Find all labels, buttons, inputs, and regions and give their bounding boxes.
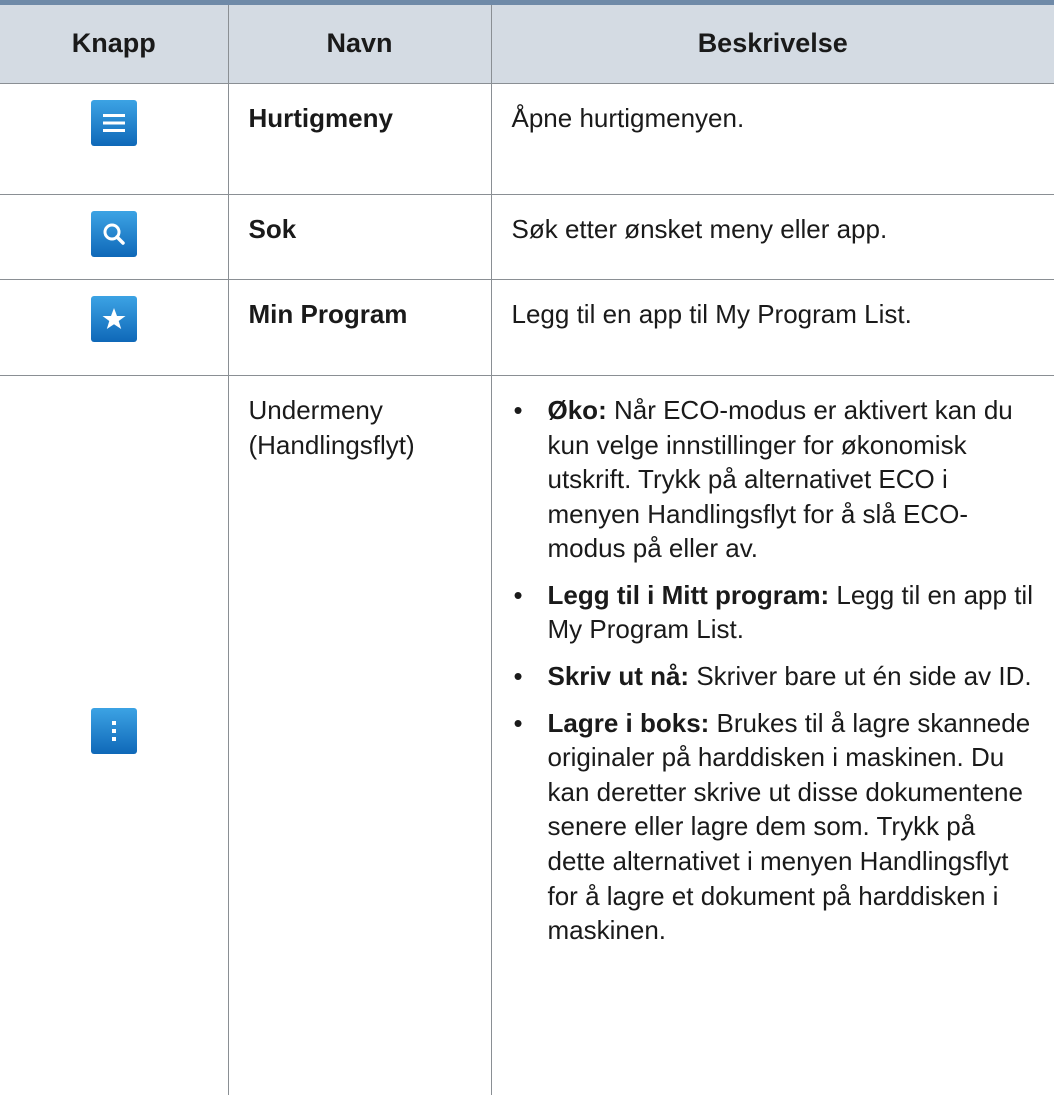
description-cell: Åpne hurtigmenyen. <box>490 83 1054 195</box>
button-cell <box>0 194 228 280</box>
list-item: Legg til i Mitt program: Legg til en app… <box>512 578 1035 647</box>
list-item: Skriv ut nå: Skriver bare ut én side av … <box>512 659 1035 694</box>
option-text: Brukes til å lagre skannede originaler p… <box>547 707 1031 946</box>
option-label: Øko: <box>547 395 607 425</box>
option-label: Skriv ut nå: <box>547 661 690 692</box>
description-cell: Øko: Når ECO-modus er aktivert kan du ku… <box>490 375 1054 1095</box>
table-row: Min Program Legg til en app til My Progr… <box>0 279 1054 376</box>
search-icon <box>90 211 137 257</box>
list-item: Øko: Når ECO-modus er aktivert kan du ku… <box>512 393 1035 566</box>
button-name-line2: (Handlingsflyt) <box>248 429 415 460</box>
table-row: Sok Søk etter ønsket meny eller app. <box>0 194 1054 280</box>
description-cell: Søk etter ønsket meny eller app. <box>490 194 1054 280</box>
name-cell: Min Program <box>227 279 491 376</box>
button-name: Min Program <box>248 299 408 329</box>
table-header-row: Knapp Navn Beskrivelse <box>0 0 1054 84</box>
name-cell: Hurtigmeny <box>227 83 491 195</box>
table-row: Undermeny (Handlingsflyt) Øko: Når ECO-m… <box>0 375 1054 1095</box>
button-cell <box>0 279 228 376</box>
option-label: Legg til i Mitt program: <box>547 579 830 610</box>
list-item: Lagre i boks: Brukes til å lagre skanned… <box>512 706 1035 948</box>
hamburger-menu-icon <box>90 100 137 146</box>
option-label: Lagre i boks: <box>547 707 710 738</box>
more-vertical-icon <box>90 707 137 754</box>
button-name-line1: Undermeny <box>248 395 383 425</box>
button-description-table: Knapp Navn Beskrivelse Hurtigmeny Åpne h… <box>0 0 1054 1095</box>
option-text: Når ECO-modus er aktivert kan du kun vel… <box>547 395 1013 564</box>
header-beskrivelse: Beskrivelse <box>490 0 1054 84</box>
star-icon <box>90 296 137 342</box>
button-name: Hurtigmeny <box>248 103 393 133</box>
option-text: Skriver bare ut én side av ID. <box>689 661 1032 692</box>
header-knapp: Knapp <box>0 0 228 84</box>
description-cell: Legg til en app til My Program List. <box>490 279 1054 376</box>
table-row: Hurtigmeny Åpne hurtigmenyen. <box>0 83 1054 195</box>
button-cell <box>0 83 228 195</box>
name-cell: Undermeny (Handlingsflyt) <box>227 375 491 1095</box>
name-cell: Sok <box>227 194 491 280</box>
button-cell <box>0 376 228 1095</box>
submenu-option-list: Øko: Når ECO-modus er aktivert kan du ku… <box>512 393 1035 948</box>
header-navn: Navn <box>227 0 491 84</box>
button-name: Sok <box>248 214 297 244</box>
